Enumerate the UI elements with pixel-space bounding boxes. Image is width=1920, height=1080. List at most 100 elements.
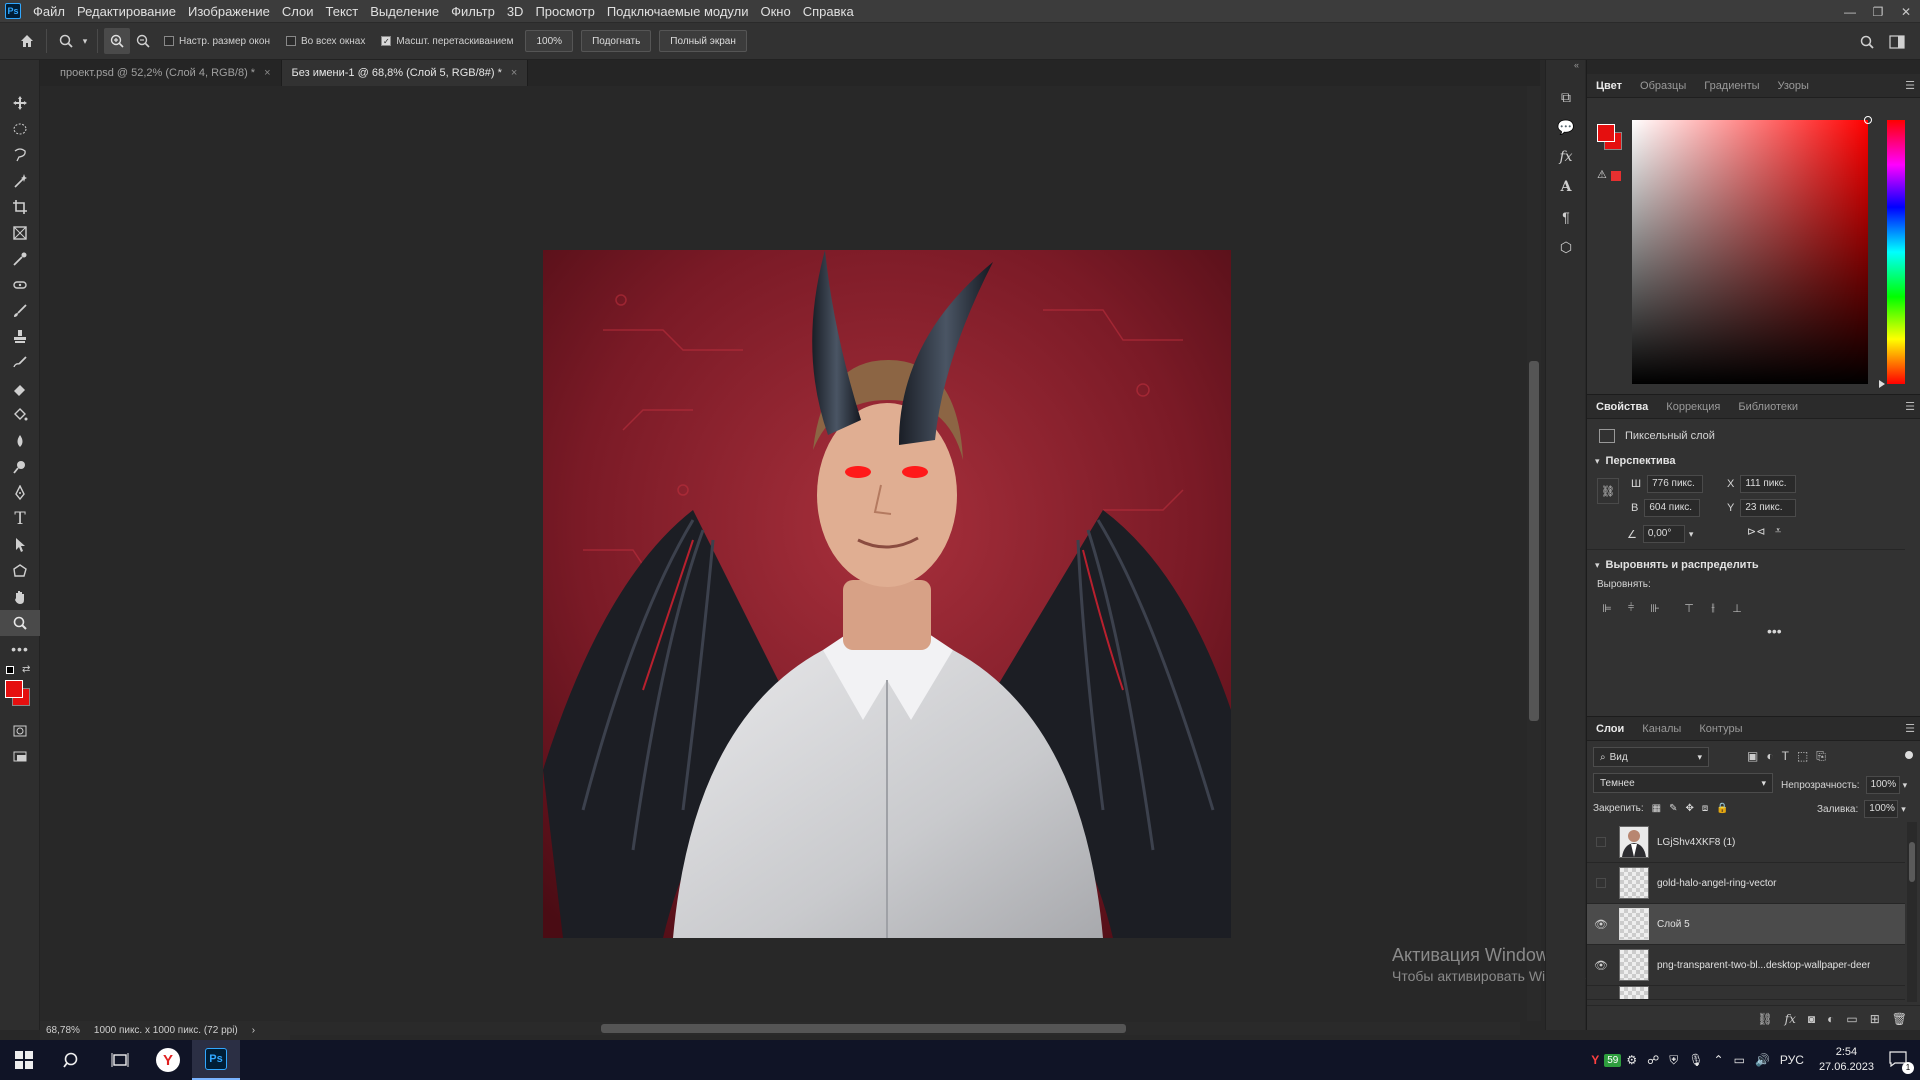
monitor-icon[interactable]: ▭ [1729, 1053, 1750, 1067]
clone-stamp-icon[interactable] [0, 324, 40, 350]
lasso-ellipse-tool-icon[interactable] [0, 116, 40, 142]
eyedropper-icon[interactable] [0, 246, 40, 272]
paint-bucket-icon[interactable] [0, 402, 40, 428]
chevron-down-icon[interactable]: ▾ [1903, 780, 1908, 791]
flip-vertical-icon[interactable]: ⩡ [1775, 525, 1781, 538]
resize-windows-checkbox[interactable]: Настр. размер окон [164, 36, 270, 47]
delete-layer-icon[interactable]: 🗑 [1892, 1012, 1907, 1026]
photoshop-taskbar-icon[interactable]: Ps [192, 1040, 240, 1080]
tab-adjustments[interactable]: Коррекция [1657, 395, 1729, 419]
brush-tool-icon[interactable] [0, 298, 40, 324]
tab-properties[interactable]: Свойства [1587, 395, 1657, 419]
yandex-browser-icon[interactable]: Y [144, 1040, 192, 1080]
horizontal-scrollbar[interactable] [290, 1022, 1520, 1035]
new-adjustment-layer-icon[interactable]: ◐ [1827, 1012, 1834, 1026]
layer-name[interactable]: gold-halo-angel-ring-vector [1657, 878, 1777, 889]
layers-scrollbar[interactable] [1907, 822, 1917, 1002]
chevron-down-icon[interactable]: ▾ [79, 28, 91, 54]
menu-view[interactable]: Просмотр [529, 0, 600, 23]
filter-adjustment-icon[interactable]: ◐ [1766, 749, 1773, 764]
lock-image-icon[interactable]: ✎ [1669, 803, 1677, 814]
scroll-thumb[interactable] [1909, 842, 1915, 882]
tab-patterns[interactable]: Узоры [1769, 74, 1818, 98]
yandex-tray-icon[interactable]: Y [1586, 1053, 1604, 1067]
align-section-header[interactable]: ▾ Выровнять и распределить [1595, 559, 1759, 571]
layer-name[interactable]: png-transparent-two-bl...desktop-wallpap… [1657, 960, 1870, 971]
visibility-toggle[interactable] [1587, 863, 1615, 904]
zoom-100-button[interactable]: 100% [525, 30, 574, 52]
eye-icon[interactable]: 👁 [1587, 904, 1615, 945]
menu-select[interactable]: Выделение [364, 0, 445, 23]
link-layers-icon[interactable]: ⛓ [1757, 1012, 1772, 1026]
move-tool-icon[interactable] [0, 90, 40, 116]
align-bottom-icon[interactable]: ⊥ [1725, 599, 1749, 617]
volume-icon[interactable]: 🔊 [1750, 1053, 1775, 1067]
zoom-in-icon[interactable] [104, 28, 130, 54]
frame-tool-icon[interactable] [0, 220, 40, 246]
collapse-icon[interactable]: « [1546, 60, 1585, 82]
panel-menu-icon[interactable]: ☰ [1905, 722, 1915, 735]
workspace-icon[interactable] [1884, 29, 1910, 55]
steam-icon[interactable]: ⚙ [1621, 1053, 1642, 1067]
3d-panel-icon[interactable]: ⬡ [1546, 232, 1586, 262]
character-panel-icon[interactable]: A [1546, 172, 1586, 202]
chevron-down-icon[interactable]: ▾ [1901, 804, 1906, 815]
foreground-color-swatch[interactable] [5, 680, 23, 698]
tab-color[interactable]: Цвет [1587, 74, 1631, 98]
menu-file[interactable]: Файл [27, 0, 71, 23]
align-top-icon[interactable]: ⊤ [1677, 599, 1701, 617]
history-brush-icon[interactable] [0, 350, 40, 376]
network-status-icon[interactable]: ☍ [1642, 1053, 1664, 1067]
tab-swatches[interactable]: Образцы [1631, 74, 1695, 98]
layer-name[interactable]: LGjShv4XKF8 (1) [1657, 837, 1735, 848]
layer-row-selected[interactable]: 👁 Слой 5 [1587, 904, 1905, 945]
document-info[interactable]: 1000 пикс. x 1000 пикс. (72 ppi) [94, 1025, 238, 1036]
x-input[interactable]: 111 пикс. [1740, 475, 1797, 493]
menu-type[interactable]: Текст [320, 0, 365, 23]
zoom-tool-preset-icon[interactable] [53, 28, 79, 54]
default-colors-icon[interactable] [6, 666, 14, 674]
align-right-icon[interactable]: ⊪ [1643, 599, 1667, 617]
clock[interactable]: 2:54 27.06.2023 [1809, 1045, 1884, 1075]
magic-wand-icon[interactable] [0, 168, 40, 194]
foreground-color-chip[interactable] [1597, 124, 1615, 142]
angle-input[interactable]: 0,00° [1642, 525, 1685, 543]
hue-slider[interactable] [1879, 120, 1905, 388]
paragraph-panel-icon[interactable]: ¶ [1546, 202, 1586, 232]
filter-pixel-icon[interactable]: ▣ [1747, 749, 1758, 764]
menu-plugins[interactable]: Подключаемые модули [601, 0, 755, 23]
filter-shape-icon[interactable]: ⬚ [1797, 749, 1808, 764]
zoom-level[interactable]: 68,78% [46, 1025, 80, 1036]
styles-panel-icon[interactable]: fx [1546, 142, 1586, 172]
flip-horizontal-icon[interactable]: ⊳⊲ [1747, 525, 1765, 538]
swap-colors-icon[interactable]: ⇄ [22, 664, 30, 675]
menu-window[interactable]: Окно [754, 0, 796, 23]
tab-libraries[interactable]: Библиотеки [1729, 395, 1807, 419]
more-options-icon[interactable]: ••• [1767, 623, 1782, 639]
eye-icon[interactable]: 👁 [1587, 945, 1615, 986]
menu-image[interactable]: Изображение [182, 0, 276, 23]
fill-input[interactable]: 100% [1864, 800, 1899, 818]
shield-icon[interactable]: ⛨ [1664, 1053, 1683, 1068]
menu-edit[interactable]: Редактирование [71, 0, 182, 23]
tab-paths[interactable]: Контуры [1690, 717, 1751, 741]
visibility-toggle[interactable] [1587, 822, 1615, 863]
history-panel-icon[interactable]: ⧉ [1546, 82, 1586, 112]
fit-screen-button[interactable]: Подогнать [581, 30, 652, 52]
new-layer-icon[interactable]: ⊞ [1870, 1012, 1880, 1026]
width-input[interactable]: 776 пикс. [1647, 475, 1704, 493]
chevron-up-icon[interactable]: ⌃ [1709, 1053, 1729, 1067]
close-icon[interactable]: ✕ [1892, 0, 1920, 23]
quick-mask-icon[interactable] [0, 718, 40, 744]
color-picker-marker[interactable] [1864, 116, 1872, 124]
blend-mode-select[interactable]: Темнее ▾ [1593, 773, 1773, 793]
pen-tool-icon[interactable] [0, 480, 40, 506]
minimize-icon[interactable]: — [1836, 0, 1864, 23]
lasso-tool-icon[interactable] [0, 142, 40, 168]
crop-tool-icon[interactable] [0, 194, 40, 220]
tab-layers[interactable]: Слои [1587, 717, 1633, 741]
menu-filter[interactable]: Фильтр [445, 0, 501, 23]
screen-mode-icon[interactable] [0, 744, 40, 770]
layer-row[interactable]: gold-halo-angel-ring-vector [1587, 863, 1905, 904]
align-center-h-icon[interactable]: ⫩ [1619, 599, 1643, 617]
